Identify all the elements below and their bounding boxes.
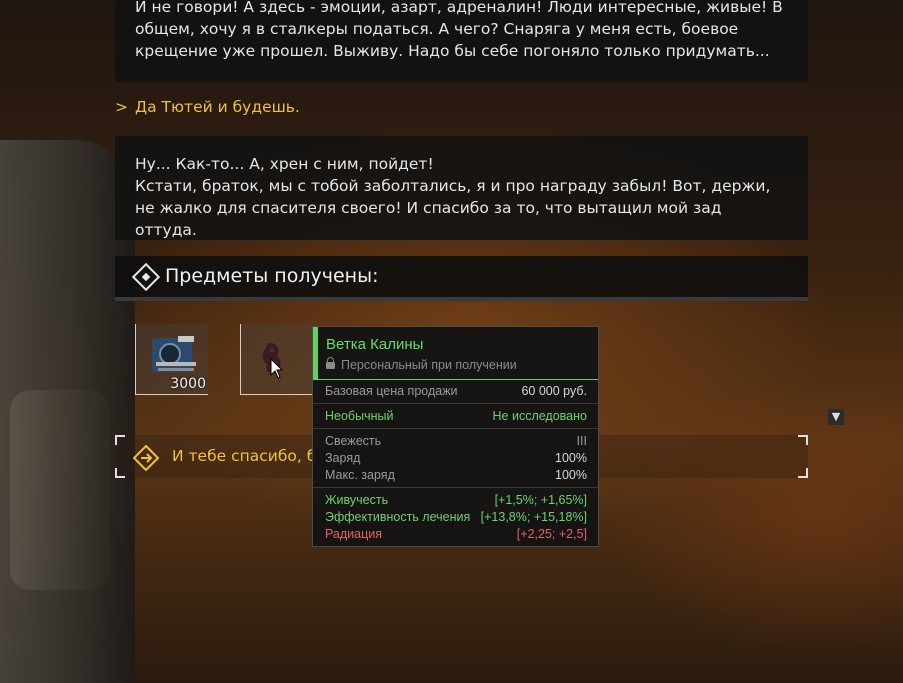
tooltip-header: Ветка Калины Персональный при получении: [313, 327, 598, 380]
npc-message-1: И не говори! А здесь - эмоции, азарт, ад…: [115, 0, 808, 82]
item-slot-ammo[interactable]: 3000: [135, 324, 208, 395]
items-received-title: Предметы получены:: [165, 265, 379, 287]
frame-corner: [798, 468, 808, 478]
lock-icon: [326, 357, 335, 369]
stat-label: Радиация: [325, 527, 383, 541]
frame-corner: [798, 435, 808, 445]
item-tooltip: Ветка Калины Персональный при получении …: [312, 326, 599, 547]
base-price-row: Базовая цена продажи 60 000 руб.: [325, 384, 587, 401]
npc-message-2: Ну... Как-то... А, хрен с ним, пойдет! К…: [115, 136, 808, 240]
charge-value: 100%: [555, 451, 587, 465]
divider: [313, 403, 598, 404]
choice-text: И тебе спасибо, б: [172, 447, 317, 465]
answer-marker: >: [115, 98, 128, 116]
freshness-row: Свежесть III: [325, 434, 587, 451]
research-status: Не исследовано: [492, 409, 587, 423]
personal-binding: Персональный при получении: [326, 357, 517, 372]
npc-message-line: Кстати, браток, мы с тобой заболтались, …: [135, 177, 771, 239]
rarity-label: Необычный: [325, 409, 394, 423]
rarity-row: Необычный Не исследовано: [325, 409, 587, 426]
npc-message-line: Ну... Как-то... А, хрен с ним, пойдет!: [135, 155, 434, 173]
stat-label: Эффективность лечения: [325, 510, 471, 524]
frame-corner: [115, 435, 125, 445]
stat-value: [+13,8%; +15,18%]: [480, 510, 587, 524]
stat-row-healing: Эффективность лечения [+13,8%; +15,18%]: [325, 510, 587, 527]
base-price-value: 60 000 руб.: [521, 384, 587, 398]
scroll-down-button[interactable]: ▼: [828, 409, 844, 425]
item-name: Ветка Калины: [326, 336, 424, 353]
personal-text: Персональный при получении: [341, 358, 517, 372]
player-answer: > Да Тютей и будешь.: [115, 98, 300, 116]
item-count: 3000: [170, 376, 206, 392]
stat-row-vitality: Живучесть [+1,5%; +1,65%]: [325, 493, 587, 510]
stat-value: [+2,25; +2,5]: [516, 527, 587, 541]
mouse-cursor-icon: [270, 358, 284, 379]
max-charge-row: Макс. заряд 100%: [325, 468, 587, 485]
player-answer-text: Да Тютей и будешь.: [135, 98, 300, 116]
stat-value: [+1,5%; +1,65%]: [494, 493, 587, 507]
freshness-value: III: [576, 434, 587, 448]
freshness-label: Свежесть: [325, 434, 382, 448]
base-price-label: Базовая цена продажи: [325, 384, 458, 398]
divider: [313, 487, 598, 488]
ammo-box-icon: [152, 336, 196, 372]
items-received-header: Предметы получены:: [115, 256, 808, 301]
max-charge-label: Макс. заряд: [325, 468, 395, 482]
charge-label: Заряд: [325, 451, 361, 465]
divider: [313, 428, 598, 429]
npc-message-text: И не говори! А здесь - эмоции, азарт, ад…: [135, 0, 783, 60]
diamond-icon: [131, 262, 161, 292]
exit-arrow-icon: [133, 445, 159, 471]
max-charge-value: 100%: [555, 468, 587, 482]
charge-row: Заряд 100%: [325, 451, 587, 468]
stat-row-radiation: Радиация [+2,25; +2,5]: [325, 527, 587, 544]
stat-label: Живучесть: [325, 493, 389, 507]
frame-corner: [115, 468, 125, 478]
